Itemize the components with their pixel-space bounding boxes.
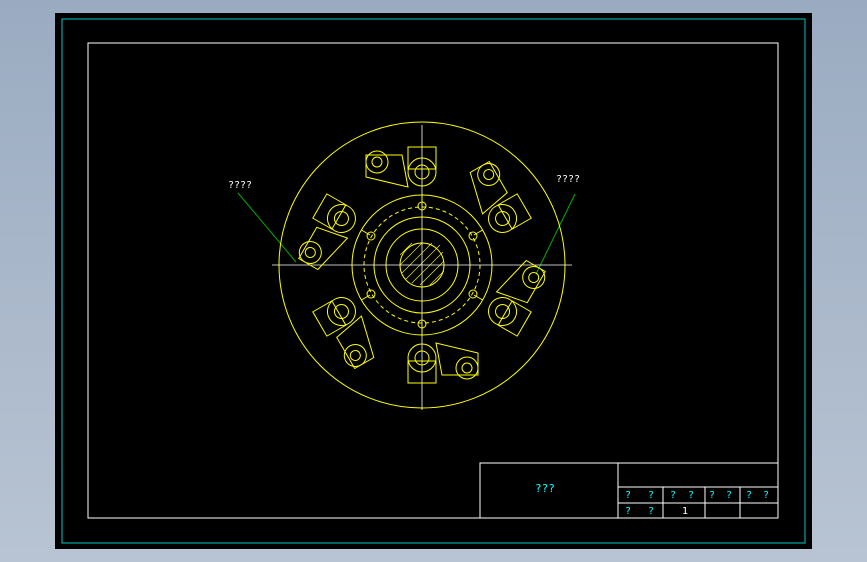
title-cell-r1-2: ? — [648, 490, 655, 501]
title-cell-r1-8: ? — [763, 490, 770, 501]
title-cell-r1-5: ? — [709, 490, 716, 501]
outer-frame — [61, 18, 806, 544]
title-cell-r2-2: ? — [648, 506, 655, 517]
title-block-title: ??? — [535, 482, 555, 495]
title-cell-r1-4: ? — [688, 490, 695, 501]
title-cell-r1-3: ? — [670, 490, 677, 501]
right-callout-label: ???? — [556, 174, 581, 185]
inner-border — [87, 42, 779, 519]
title-cell-r1-6: ? — [726, 490, 733, 501]
title-cell-r2-1: ? — [625, 506, 632, 517]
title-cell-r1-7: ? — [746, 490, 753, 501]
title-cell-r1-1: ? — [625, 490, 632, 501]
clamp-bottom — [407, 325, 479, 384]
title-cell-r2-scale: 1 — [682, 506, 689, 517]
cad-drawing — [61, 18, 806, 544]
left-callout-label: ???? — [228, 180, 253, 191]
clamp-top — [365, 146, 437, 205]
